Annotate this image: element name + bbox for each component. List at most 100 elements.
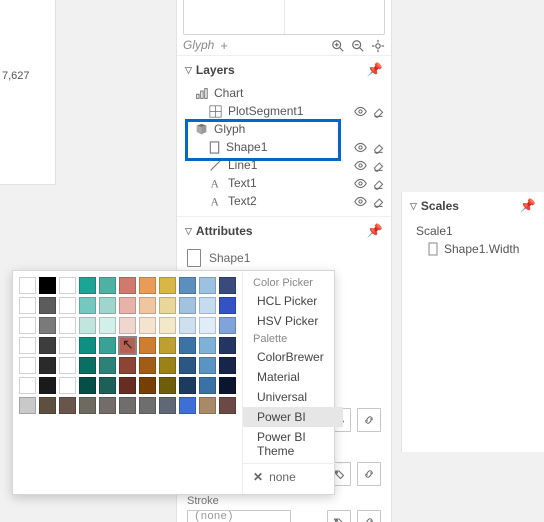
scale-item[interactable]: Scale1 [416, 222, 536, 240]
palette-swatch[interactable] [19, 277, 36, 294]
stroke-input[interactable]: (none) [187, 510, 291, 522]
pin-icon[interactable]: 📌 [520, 198, 536, 214]
palette-swatch[interactable] [219, 277, 236, 294]
palette-swatch[interactable] [59, 357, 76, 374]
palette-swatch[interactable] [59, 317, 76, 334]
palette-swatch[interactable] [19, 397, 36, 414]
palette-swatch[interactable] [219, 357, 236, 374]
palette-swatch[interactable] [119, 337, 136, 354]
palette-swatch[interactable] [199, 277, 216, 294]
palette-swatch[interactable] [19, 377, 36, 394]
palette-swatch[interactable] [199, 377, 216, 394]
palette-swatch[interactable] [79, 357, 96, 374]
menu-hsv-picker[interactable]: HSV Picker [243, 311, 343, 331]
add-glyph-button[interactable]: + [220, 39, 228, 52]
palette-swatch[interactable] [99, 357, 116, 374]
palette-swatch[interactable] [179, 357, 196, 374]
palette-swatch[interactable] [79, 277, 96, 294]
palette-swatch[interactable] [159, 277, 176, 294]
layers-header[interactable]: ▽ Layers 📌 [177, 56, 391, 84]
palette-swatch[interactable] [119, 277, 136, 294]
palette-swatch[interactable] [199, 357, 216, 374]
pin-icon[interactable]: 📌 [367, 223, 383, 239]
palette-swatch[interactable] [179, 377, 196, 394]
zoom-in-icon[interactable] [331, 39, 345, 53]
palette-swatch[interactable] [19, 317, 36, 334]
palette-swatch[interactable] [219, 317, 236, 334]
palette-swatch[interactable] [179, 297, 196, 314]
scales-header[interactable]: ▽ Scales 📌 [402, 192, 544, 220]
palette-swatch[interactable] [139, 297, 156, 314]
palette-swatch[interactable] [199, 337, 216, 354]
glyph-tab-label[interactable]: Glyph [183, 38, 214, 52]
palette-swatch[interactable] [59, 277, 76, 294]
palette-swatch[interactable] [99, 377, 116, 394]
palette-swatch[interactable] [79, 317, 96, 334]
layer-item-text2[interactable]: AText2 [195, 192, 387, 210]
palette-swatch[interactable] [99, 297, 116, 314]
palette-swatch[interactable] [219, 377, 236, 394]
palette-swatch[interactable] [139, 277, 156, 294]
layer-item-text1[interactable]: AText1 [195, 174, 387, 192]
palette-swatch[interactable] [159, 337, 176, 354]
palette-swatch[interactable] [19, 357, 36, 374]
menu-power-bi-theme[interactable]: Power BI Theme [243, 427, 343, 461]
palette-swatch[interactable] [199, 317, 216, 334]
fill-link-button[interactable] [357, 462, 381, 486]
palette-swatch[interactable] [79, 337, 96, 354]
palette-swatch[interactable] [79, 397, 96, 414]
palette-swatch[interactable] [59, 297, 76, 314]
palette-swatch[interactable] [99, 317, 116, 334]
palette-swatch[interactable] [199, 397, 216, 414]
palette-swatch[interactable] [39, 377, 56, 394]
palette-swatch[interactable] [119, 297, 136, 314]
palette-swatch[interactable] [99, 277, 116, 294]
palette-swatch[interactable] [179, 277, 196, 294]
palette-swatch[interactable] [139, 337, 156, 354]
palette-swatch[interactable] [39, 277, 56, 294]
palette-swatch[interactable] [39, 357, 56, 374]
palette-swatch[interactable] [179, 397, 196, 414]
menu-none[interactable]: ✕ none [243, 463, 343, 490]
palette-swatch[interactable] [119, 357, 136, 374]
palette-swatch[interactable] [59, 337, 76, 354]
palette-swatch[interactable] [139, 357, 156, 374]
palette-swatch[interactable] [119, 317, 136, 334]
layer-item-glyph[interactable]: Glyph [195, 120, 387, 138]
menu-hcl-picker[interactable]: HCL Picker [243, 291, 343, 311]
palette-swatch[interactable] [179, 317, 196, 334]
layer-item-plotsegment1[interactable]: PlotSegment1 [195, 102, 387, 120]
palette-swatch[interactable] [39, 317, 56, 334]
menu-universal[interactable]: Universal [243, 387, 343, 407]
layer-item-shape1[interactable]: Shape1 [195, 138, 387, 156]
pin-icon[interactable]: 📌 [367, 62, 383, 78]
menu-power-bi[interactable]: Power BI [243, 407, 343, 427]
palette-swatch[interactable] [159, 317, 176, 334]
fit-view-icon[interactable] [371, 39, 385, 53]
link-button[interactable] [357, 408, 381, 432]
palette-swatch[interactable] [99, 397, 116, 414]
layer-item-line1[interactable]: Line1 [195, 156, 387, 174]
palette-swatch[interactable] [39, 297, 56, 314]
palette-swatch[interactable] [39, 397, 56, 414]
palette-swatch[interactable] [119, 377, 136, 394]
palette-swatch[interactable] [59, 377, 76, 394]
menu-colorbrewer[interactable]: ColorBrewer [243, 347, 343, 367]
palette-swatch[interactable] [139, 377, 156, 394]
zoom-out-icon[interactable] [351, 39, 365, 53]
palette-swatch[interactable] [79, 297, 96, 314]
layer-item-chart[interactable]: Chart [195, 84, 387, 102]
palette-swatch[interactable] [159, 297, 176, 314]
palette-swatch[interactable] [219, 337, 236, 354]
palette-swatch[interactable] [159, 397, 176, 414]
palette-swatch[interactable] [139, 317, 156, 334]
attributes-header[interactable]: ▽ Attributes 📌 [177, 217, 391, 245]
palette-swatch[interactable] [39, 337, 56, 354]
stroke-tag-button[interactable] [327, 510, 351, 522]
palette-swatch[interactable] [19, 337, 36, 354]
palette-swatch[interactable] [19, 297, 36, 314]
palette-swatch[interactable] [159, 377, 176, 394]
palette-swatch[interactable] [99, 337, 116, 354]
palette-swatch[interactable] [119, 397, 136, 414]
palette-swatch[interactable] [219, 297, 236, 314]
